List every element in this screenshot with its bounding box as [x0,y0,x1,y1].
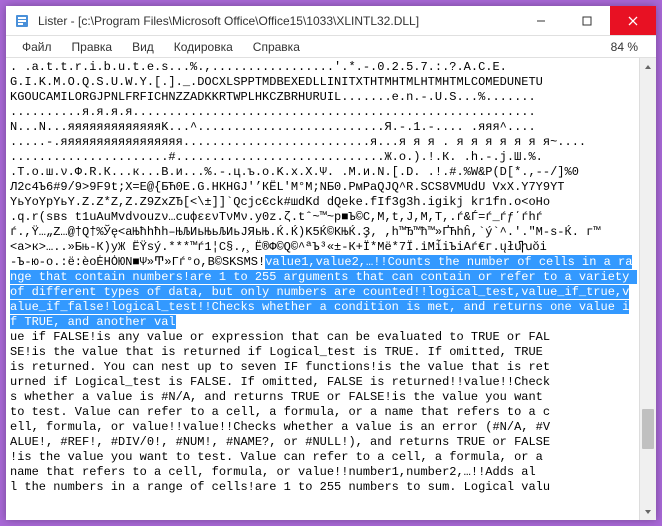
vertical-scrollbar[interactable] [639,58,656,520]
text-line: l the numbers in a range of cells!are 1 … [10,480,550,494]
menubar: Файл Правка Вид Кодировка Справка 84 % [6,36,656,58]
text-line: ALUE!, #REF!, #DIV/0!, #NUM!, #NAME?, or… [10,435,550,449]
text-line: is returned. You can nest up to seven IF… [10,360,550,374]
menu-file[interactable]: Файл [12,38,62,56]
text-line: -Ъ-ю-о.:ё:ѐоĖНȮЮΝ■Ψ»Ͳ»Гѓ°о,B©SKSMS! [10,255,265,269]
minimize-button[interactable] [518,6,564,35]
text-line: urned if Logical_test is FALSE. If omitt… [10,375,550,389]
text-line: . .a.t.t.r.i.b.u.t.e.s...%.,............… [10,60,507,74]
text-line: to test. Value can refer to a cell, a fo… [10,405,550,419]
menu-edit[interactable]: Правка [62,38,123,56]
titlebar[interactable]: Lister - [c:\Program Files\Microsoft Off… [6,6,656,36]
text-line: Л2с4Ъ6#9/9>9F9t;X=E@{БЋ0E.G.HКHGJ'’КËL'M… [10,180,565,194]
scroll-down-button[interactable] [640,503,656,520]
text-line: s whether a value is #N/A, and returns T… [10,390,543,404]
text-line: .....-.яяяяяяяяяяяяяяяяя................… [10,135,586,149]
scroll-track[interactable] [640,75,656,503]
app-window: Lister - [c:\Program Files\Microsoft Off… [6,6,656,520]
text-line: <a>к>…..»Бњ-К)yЖ ЁŸsý.***™ѓ1¦C§.,̧ Ё®Ф©Q… [10,240,547,254]
text-line: KGOUCAMILORGJPNLFRFICHNZZADKKRTWPLHKCZBR… [10,90,536,104]
window-title: Lister - [c:\Program Files\Microsoft Off… [38,14,518,28]
maximize-button[interactable] [564,6,610,35]
text-line: G.I.K.M.O.Q.S.U.W.Y.[.]._.DOCXLSPPTMDBEX… [10,75,543,89]
scroll-up-button[interactable] [640,58,656,75]
text-line: YьYоYpYьY.Z.Z*Z,Z.Z9ZxZЂ[<\±]]`QcjcЄck#ш… [10,195,550,209]
content-area: . .a.t.t.r.i.b.u.t.e.s...%.,............… [6,58,656,520]
text-line: ell, formula, or value!!value!!Checks wh… [10,420,550,434]
scroll-thumb[interactable] [642,409,654,449]
text-viewer[interactable]: . .a.t.t.r.i.b.u.t.e.s...%.,............… [6,58,639,520]
text-line: SE!is the value that is returned if Logi… [10,345,543,359]
app-icon [14,13,30,29]
text-line: .T.о.ш.ν.Φ.R.К...к...В.и...%.-.ц.ъ.о.K.х… [10,165,579,179]
text-line: N...N...яяяяяяяяяяяяяK...^..............… [10,120,536,134]
window-controls [518,6,656,35]
text-line: ѓ.,Ÿ…„Z…@†Q†%Ўę<аЊћhћh–ЊЉИьЊьЉИьЈЯьЊ.Ќ.Ќ… [10,225,601,239]
text-line: ..........я.я.я.я.......................… [10,105,536,119]
text-line: ue if FALSE!is any value or expression t… [10,330,550,344]
percent-indicator: 84 % [599,40,650,54]
menu-encoding[interactable]: Кодировка [164,38,243,56]
text-line: .q.r(sвs t1uAuMvdνоuzν…сuфεενTνMν.y0z.ζ.… [10,210,543,224]
text-line: !is the value you want to test. Value ca… [10,450,543,464]
text-line: ......................#.................… [10,150,543,164]
menu-help[interactable]: Справка [243,38,310,56]
menu-view[interactable]: Вид [122,38,164,56]
text-line: name that refers to a cell, formula, or … [10,465,536,479]
close-button[interactable] [610,6,656,35]
